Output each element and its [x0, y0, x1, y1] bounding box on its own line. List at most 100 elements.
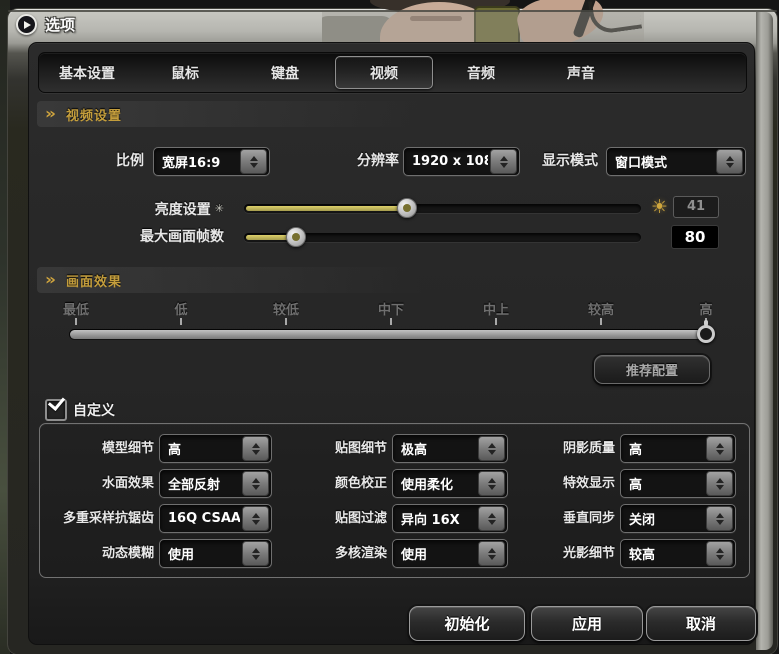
texture-filter-value: 异向 16X — [393, 509, 476, 528]
aspect-value: 宽屏16:9 — [154, 152, 238, 171]
spinner-icon[interactable] — [706, 471, 733, 496]
quality-slider-fill — [70, 330, 713, 339]
shadow-quality-value: 高 — [621, 439, 704, 458]
tab-mouse[interactable]: 鼠标 — [137, 53, 233, 92]
aspect-dropdown[interactable]: 宽屏16:9 — [153, 147, 270, 176]
checkmark-icon — [48, 393, 65, 411]
multicore-render-value: 使用 — [393, 544, 476, 563]
sun-icon: ☀ — [651, 197, 668, 217]
section-video-settings: » 视频设置 — [37, 101, 457, 127]
resolution-dropdown[interactable]: 1920 x 1080 — [403, 147, 520, 176]
vsync-label: 垂直同步 — [502, 504, 615, 533]
water-effect-value: 全部反射 — [160, 474, 240, 493]
resolution-value: 1920 x 1080 — [404, 154, 488, 169]
quality-tick — [600, 318, 602, 325]
quality-label-midlow: 中下 — [359, 299, 423, 318]
max-fps-value-box[interactable]: 80 — [671, 225, 719, 249]
options-dialog: 基本设置 鼠标 键盘 视频 音频 声音 » 视频设置 比例 宽屏16:9 分辨率… — [28, 42, 755, 645]
quality-label-low: 低 — [149, 299, 213, 318]
spinner-icon[interactable] — [242, 471, 269, 496]
scene-titlebar-tint — [322, 12, 644, 46]
cancel-button[interactable]: 取消 — [646, 606, 756, 641]
apply-button[interactable]: 应用 — [531, 606, 643, 641]
spinner-icon[interactable] — [706, 541, 733, 566]
lighting-detail-dropdown[interactable]: 较高 — [620, 539, 736, 568]
asterisk-icon: ✳ — [215, 202, 224, 215]
brightness-knob[interactable] — [397, 198, 417, 218]
motion-blur-dropdown[interactable]: 使用 — [159, 539, 272, 568]
quality-label-higher: 较高 — [569, 299, 633, 318]
model-detail-dropdown[interactable]: 高 — [159, 434, 272, 463]
chevrons-icon: » — [45, 272, 56, 287]
section-title: 视频设置 — [66, 105, 122, 124]
antialiasing-label: 多重采样抗锯齿 — [42, 504, 154, 533]
spinner-icon[interactable] — [706, 506, 733, 531]
aspect-label: 比例 — [59, 147, 144, 176]
tab-sound[interactable]: 声音 — [533, 53, 629, 92]
spinner-icon[interactable] — [706, 436, 733, 461]
texture-detail-dropdown[interactable]: 极高 — [392, 434, 508, 463]
color-correction-dropdown[interactable]: 使用柔化 — [392, 469, 508, 498]
display-mode-label: 显示模式 — [534, 147, 598, 176]
quality-label-lower: 较低 — [254, 299, 318, 318]
model-detail-label: 模型细节 — [42, 434, 154, 463]
titlebar: 选项 — [16, 14, 75, 35]
spinner-icon[interactable] — [478, 506, 505, 531]
shadow-quality-dropdown[interactable]: 高 — [620, 434, 736, 463]
max-fps-slider[interactable] — [244, 227, 641, 247]
spinner-icon[interactable] — [240, 149, 267, 174]
texture-filter-label: 贴图过滤 — [275, 504, 387, 533]
quality-label-high: 高 — [674, 299, 738, 318]
window-frame-right-edge — [756, 12, 773, 650]
spinner-icon[interactable] — [242, 506, 269, 531]
spinner-icon[interactable] — [478, 436, 505, 461]
spinner-icon[interactable] — [242, 436, 269, 461]
quality-tick — [390, 318, 392, 325]
spinner-icon[interactable] — [242, 541, 269, 566]
water-effect-dropdown[interactable]: 全部反射 — [159, 469, 272, 498]
quality-tick — [180, 318, 182, 325]
antialiasing-dropdown[interactable]: 16Q CSAA — [159, 504, 272, 533]
section-effects: » 画面效果 — [37, 267, 457, 293]
effect-display-value: 高 — [621, 474, 704, 493]
custom-checkbox[interactable] — [45, 399, 67, 421]
quality-slider-track[interactable] — [69, 329, 714, 340]
max-fps-knob[interactable] — [286, 227, 306, 247]
background-game-scene — [322, 0, 644, 46]
initialize-button[interactable]: 初始化 — [409, 606, 525, 641]
quality-label-midhigh: 中上 — [464, 299, 528, 318]
quality-tick — [75, 318, 77, 325]
spinner-icon[interactable] — [490, 149, 517, 174]
recommend-config-button[interactable]: 推荐配置 — [594, 355, 710, 384]
tab-bar: 基本设置 鼠标 键盘 视频 音频 声音 — [38, 52, 747, 93]
brightness-fill — [246, 206, 409, 211]
multicore-render-dropdown[interactable]: 使用 — [392, 539, 508, 568]
spinner-icon[interactable] — [478, 541, 505, 566]
custom-checkbox-label: 自定义 — [73, 400, 115, 420]
brightness-slider[interactable] — [244, 198, 641, 218]
tab-video[interactable]: 视频 — [335, 56, 433, 89]
vsync-dropdown[interactable]: 关闭 — [620, 504, 736, 533]
spinner-icon[interactable] — [478, 471, 505, 496]
section-title: 画面效果 — [66, 271, 122, 290]
display-mode-dropdown[interactable]: 窗口模式 — [606, 147, 746, 176]
texture-filter-dropdown[interactable]: 异向 16X — [392, 504, 508, 533]
spinner-icon[interactable] — [716, 149, 743, 174]
quality-slider-knob[interactable] — [697, 325, 715, 343]
motion-blur-value: 使用 — [160, 544, 240, 563]
tab-keyboard[interactable]: 键盘 — [237, 53, 333, 92]
brightness-label: 亮度设置✳ — [59, 194, 224, 223]
lighting-detail-label: 光影细节 — [502, 539, 615, 568]
vsync-value: 关闭 — [621, 509, 704, 528]
max-fps-label: 最大画面帧数 — [59, 223, 224, 252]
lighting-detail-value: 较高 — [621, 544, 704, 563]
texture-detail-label: 贴图细节 — [275, 434, 387, 463]
tab-audio[interactable]: 音频 — [433, 53, 529, 92]
quality-tick — [495, 318, 497, 325]
water-effect-label: 水面效果 — [42, 469, 154, 498]
texture-detail-value: 极高 — [393, 439, 476, 458]
antialiasing-value: 16Q CSAA — [160, 511, 240, 526]
effect-display-dropdown[interactable]: 高 — [620, 469, 736, 498]
chevrons-icon: » — [45, 106, 56, 121]
tab-basic-settings[interactable]: 基本设置 — [39, 53, 135, 92]
